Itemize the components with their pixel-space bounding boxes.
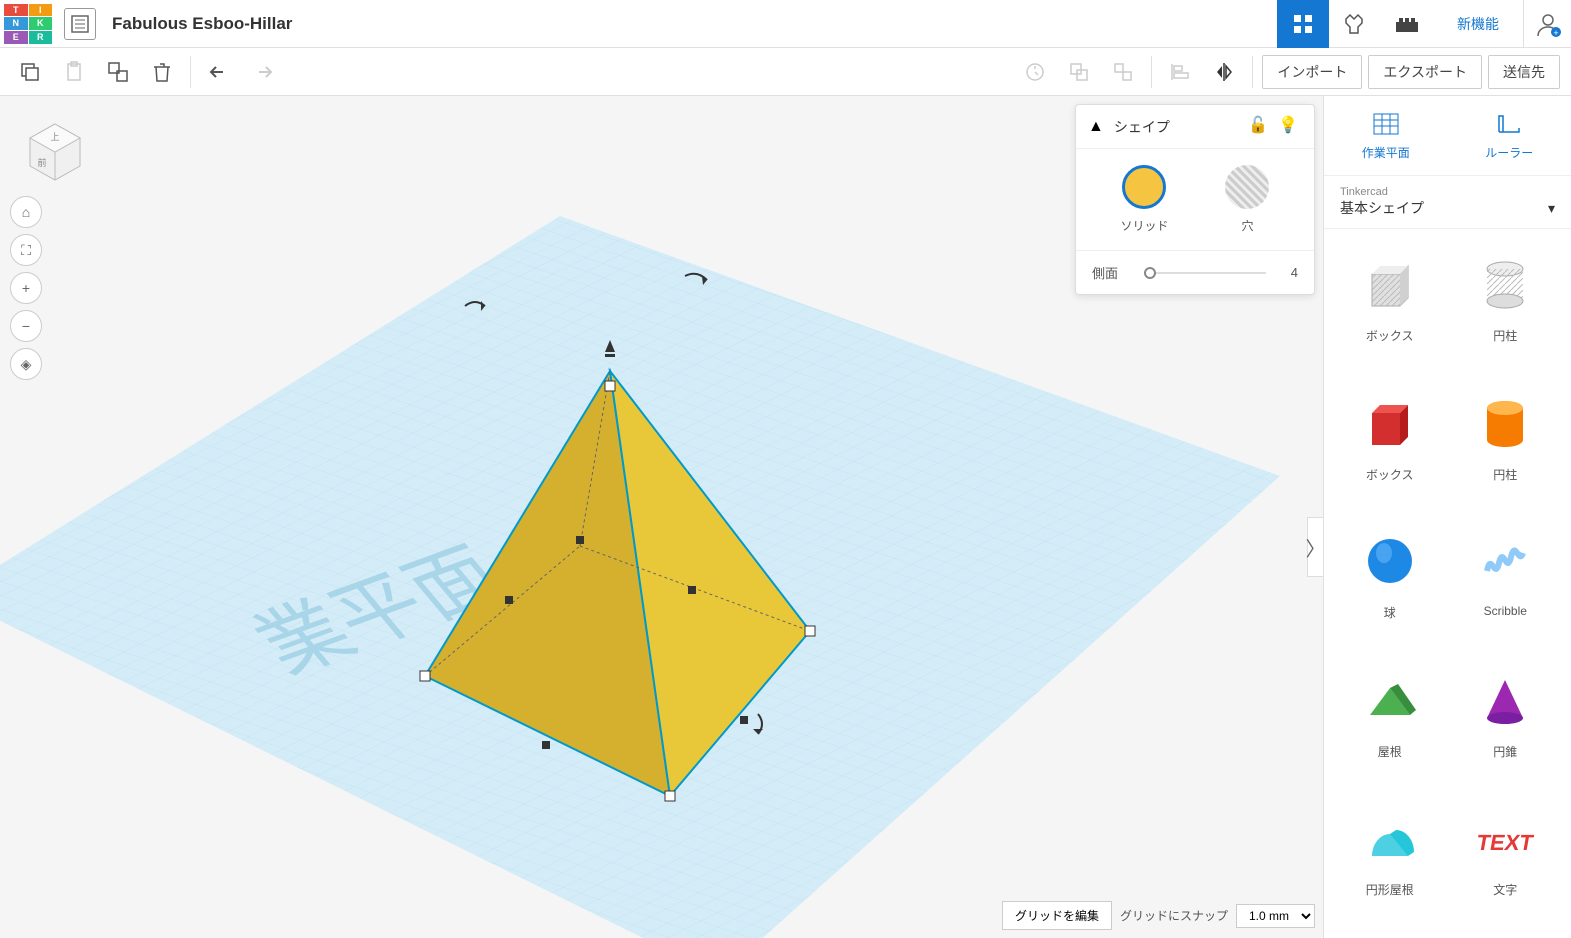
svg-text:前: 前 [37,157,46,168]
sides-slider[interactable] [1144,272,1266,274]
send-to-button[interactable]: 送信先 [1488,55,1560,89]
shape-panel-title: シェイプ [1114,117,1242,137]
shape-cone-purple[interactable]: 円錐 [1452,657,1560,788]
delete-button[interactable] [142,52,182,92]
new-features-link[interactable]: 新機能 [1433,14,1523,34]
3d-canvas[interactable]: 業平面 上 [0,96,1323,938]
blocks-mode-button[interactable] [1277,0,1329,48]
svg-text:TEXT: TEXT [1475,831,1535,856]
mirror-button[interactable] [1204,52,1244,92]
chevron-down-icon: ▾ [1548,200,1555,217]
shape-box-red[interactable]: ボックス [1336,380,1444,511]
lego-mode-button[interactable] [1381,0,1433,48]
shape-cylinder-orange[interactable]: 円柱 [1452,380,1560,511]
lightbulb-icon[interactable]: 💡 [1278,115,1302,139]
sides-value[interactable]: 4 [1278,265,1298,280]
undo-button[interactable] [199,52,239,92]
redo-button [243,52,283,92]
paste-button [54,52,94,92]
visibility-button[interactable] [1015,52,1055,92]
sidebar-collapse-button[interactable]: 〉 [1307,517,1323,577]
align-button[interactable] [1160,52,1200,92]
minecraft-mode-button[interactable] [1329,0,1381,48]
project-title[interactable]: Fabulous Esboo-Hillar [112,14,292,34]
fit-view-button[interactable]: ⛶ [10,234,42,266]
lock-icon[interactable]: 🔓 [1248,115,1272,139]
solid-option[interactable]: ソリッド [1120,165,1168,234]
ungroup-button[interactable] [1103,52,1143,92]
user-profile-button[interactable]: + [1523,0,1571,48]
workplane-tool[interactable]: 作業平面 [1324,96,1448,175]
shape-round-roof[interactable]: 円形屋根 [1336,795,1444,926]
shape-inspector-panel: ▲ シェイプ 🔓 💡 ソリッド 穴 側面 4 [1075,104,1315,295]
sides-label: 側面 [1092,263,1132,282]
export-button[interactable]: エクスポート [1368,55,1482,89]
ortho-view-button[interactable]: ◈ [10,348,42,380]
viewcube[interactable]: 上 前 [20,116,90,186]
design-list-icon[interactable] [64,8,96,40]
import-button[interactable]: インポート [1262,55,1362,89]
tinkercad-logo[interactable]: TINKER [4,4,52,44]
shape-category-dropdown[interactable]: Tinkercad 基本シェイプ▾ [1324,176,1571,229]
ruler-tool[interactable]: ルーラー [1448,96,1571,175]
shape-text[interactable]: TEXT文字 [1452,795,1560,926]
snap-select[interactable]: 1.0 mm [1236,904,1315,928]
shape-sphere-blue[interactable]: 球 [1336,518,1444,649]
home-view-button[interactable]: ⌂ [10,196,42,228]
shape-box-hole[interactable]: ボックス [1336,241,1444,372]
zoom-out-button[interactable]: − [10,310,42,342]
group-button[interactable] [1059,52,1099,92]
edit-grid-button[interactable]: グリッドを編集 [1002,901,1112,930]
shape-cylinder-hole[interactable]: 円柱 [1452,241,1560,372]
zoom-in-button[interactable]: + [10,272,42,304]
shape-roof-green[interactable]: 屋根 [1336,657,1444,788]
shape-scribble[interactable]: Scribble [1452,518,1560,649]
hole-option[interactable]: 穴 [1225,165,1269,234]
copy-button[interactable] [10,52,50,92]
duplicate-button[interactable] [98,52,138,92]
svg-text:上: 上 [50,132,59,142]
svg-text:+: + [1553,28,1558,38]
collapse-icon[interactable]: ▲ [1088,118,1104,136]
snap-label: グリッドにスナップ [1120,907,1228,924]
